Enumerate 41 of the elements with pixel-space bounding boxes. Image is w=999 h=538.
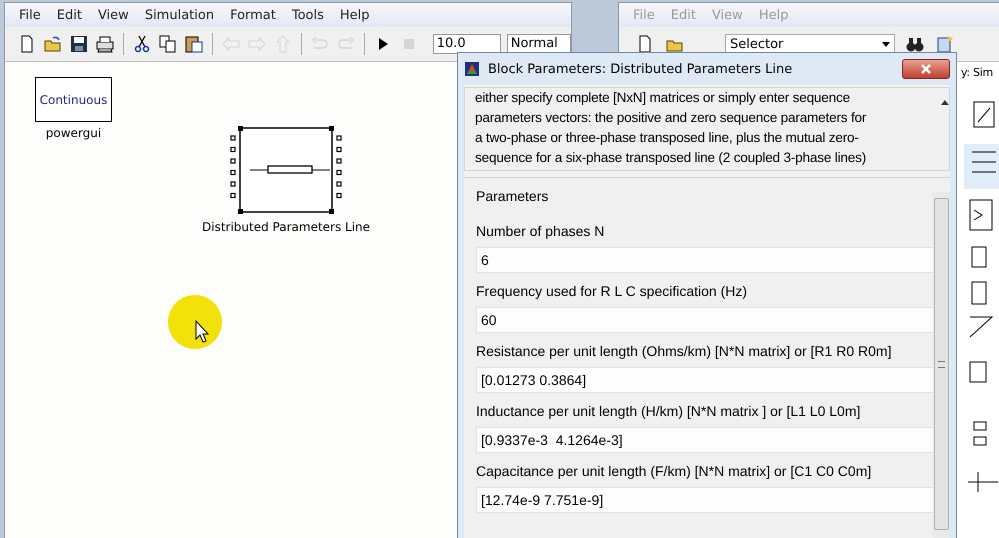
group-title: Parameters bbox=[476, 188, 548, 204]
transmission-line-block[interactable] bbox=[230, 126, 342, 216]
parameter-label: Number of phases N bbox=[476, 222, 606, 241]
powergui-block[interactable]: Continuous bbox=[35, 77, 112, 122]
close-button[interactable] bbox=[902, 59, 950, 79]
document-icon[interactable] bbox=[935, 34, 955, 54]
parameter-field[interactable]: [12.74e-9 7.751e-9] bbox=[476, 487, 936, 513]
scrollbar[interactable] bbox=[933, 192, 950, 538]
stop-time-field[interactable]: 10.0 bbox=[432, 34, 501, 54]
parameter-label: Frequency used for R L C specification (Hz) bbox=[476, 282, 748, 301]
menu-item[interactable]: Tools bbox=[284, 8, 332, 22]
block-label: powergui bbox=[46, 126, 102, 140]
dialog-title: Block Parameters: Distributed Parameters Line bbox=[488, 62, 792, 76]
menu-item[interactable]: Edit bbox=[48, 8, 90, 22]
menu-item[interactable]: Simulation bbox=[136, 8, 222, 22]
scroll-up-icon[interactable] bbox=[941, 100, 949, 105]
parameter-field[interactable]: [0.01273 0.3864] bbox=[476, 367, 936, 393]
paste-icon[interactable] bbox=[184, 34, 204, 54]
library-header: y: Sim bbox=[961, 66, 993, 79]
selector-dropdown[interactable]: Selector bbox=[725, 34, 895, 54]
printer-icon[interactable] bbox=[95, 34, 115, 54]
parameter-field[interactable]: 60 bbox=[476, 307, 936, 333]
parameter-field[interactable]: 6 bbox=[476, 247, 936, 273]
copy-icon[interactable] bbox=[158, 34, 178, 54]
menu-item[interactable]: File bbox=[11, 8, 49, 22]
block-label: Distributed Parameters Line bbox=[202, 220, 370, 234]
simulation-mode-dropdown[interactable]: Normal bbox=[506, 34, 571, 54]
parameter-label: Resistance per unit length (Ohms/km) [N*N matrix] or [R1 R0 R0m] bbox=[476, 342, 892, 361]
menu-item[interactable]: View bbox=[90, 8, 137, 22]
menu-item[interactable]: Format bbox=[222, 8, 284, 22]
parameter-label: Capacitance per unit length (F/km) [N*N matrix] or [C1 C0 C0m] bbox=[476, 462, 872, 481]
parameter-label: Inductance per unit length (H/km) [N*N matrix ] or [L1 L0 L0m] bbox=[476, 402, 862, 421]
save-icon[interactable] bbox=[69, 34, 89, 54]
menu-item[interactable]: Help bbox=[332, 8, 378, 22]
scroll-thumb[interactable] bbox=[934, 198, 949, 530]
block-description: either specify complete [NxN] matrices or simply enter sequence parameters vectors: the positive and zero sequence parameters for a two-phase or three-phase transposed line, plus the mutual zero- sequence for a six-phase transposed line (2 coupled 3-phase lines) bbox=[474, 89, 868, 167]
caret-icon bbox=[882, 42, 890, 46]
application-icon bbox=[464, 61, 480, 77]
parameter-field[interactable]: [0.9337e-3 4.1264e-3] bbox=[476, 427, 936, 453]
close-icon bbox=[920, 63, 932, 75]
open-folder-icon[interactable] bbox=[43, 34, 63, 54]
